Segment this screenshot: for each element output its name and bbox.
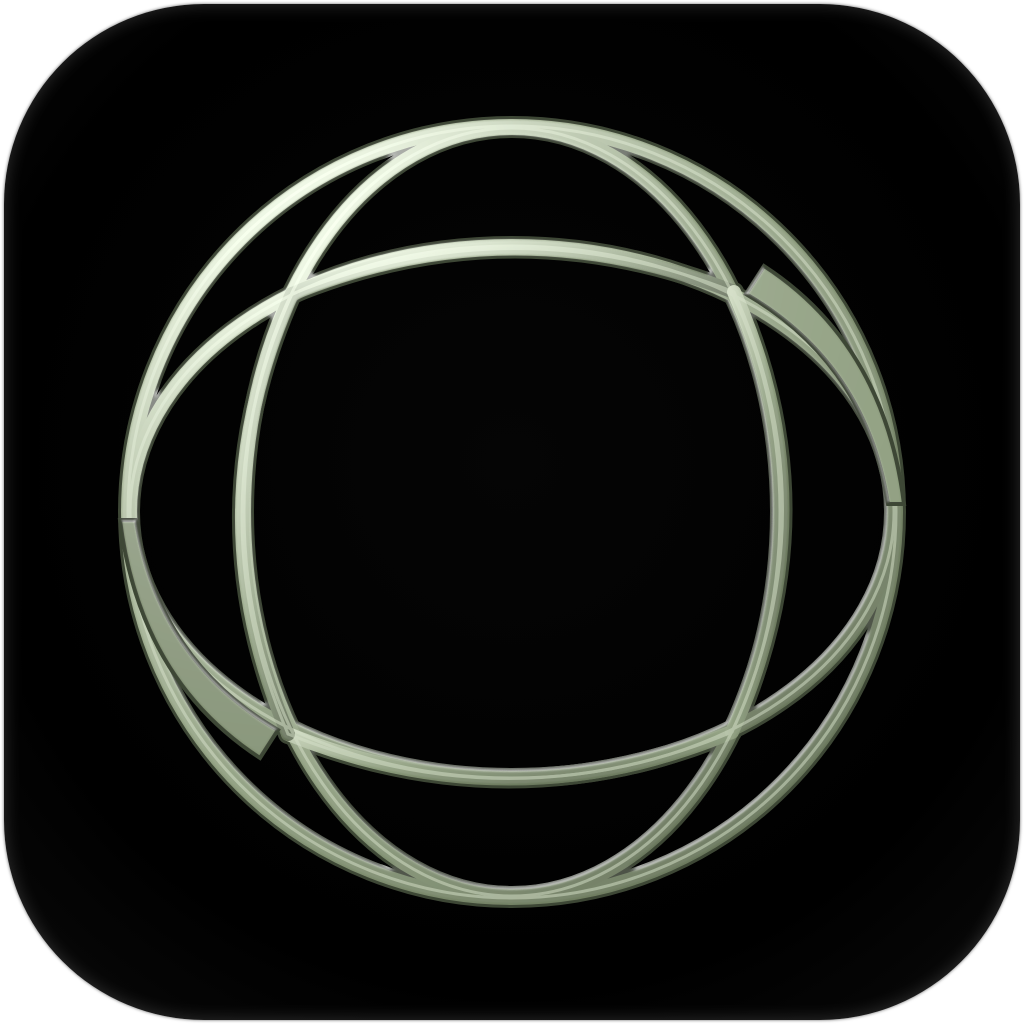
globe-wireframe-icon: [117, 116, 907, 908]
app-icon[interactable]: [4, 4, 1020, 1020]
